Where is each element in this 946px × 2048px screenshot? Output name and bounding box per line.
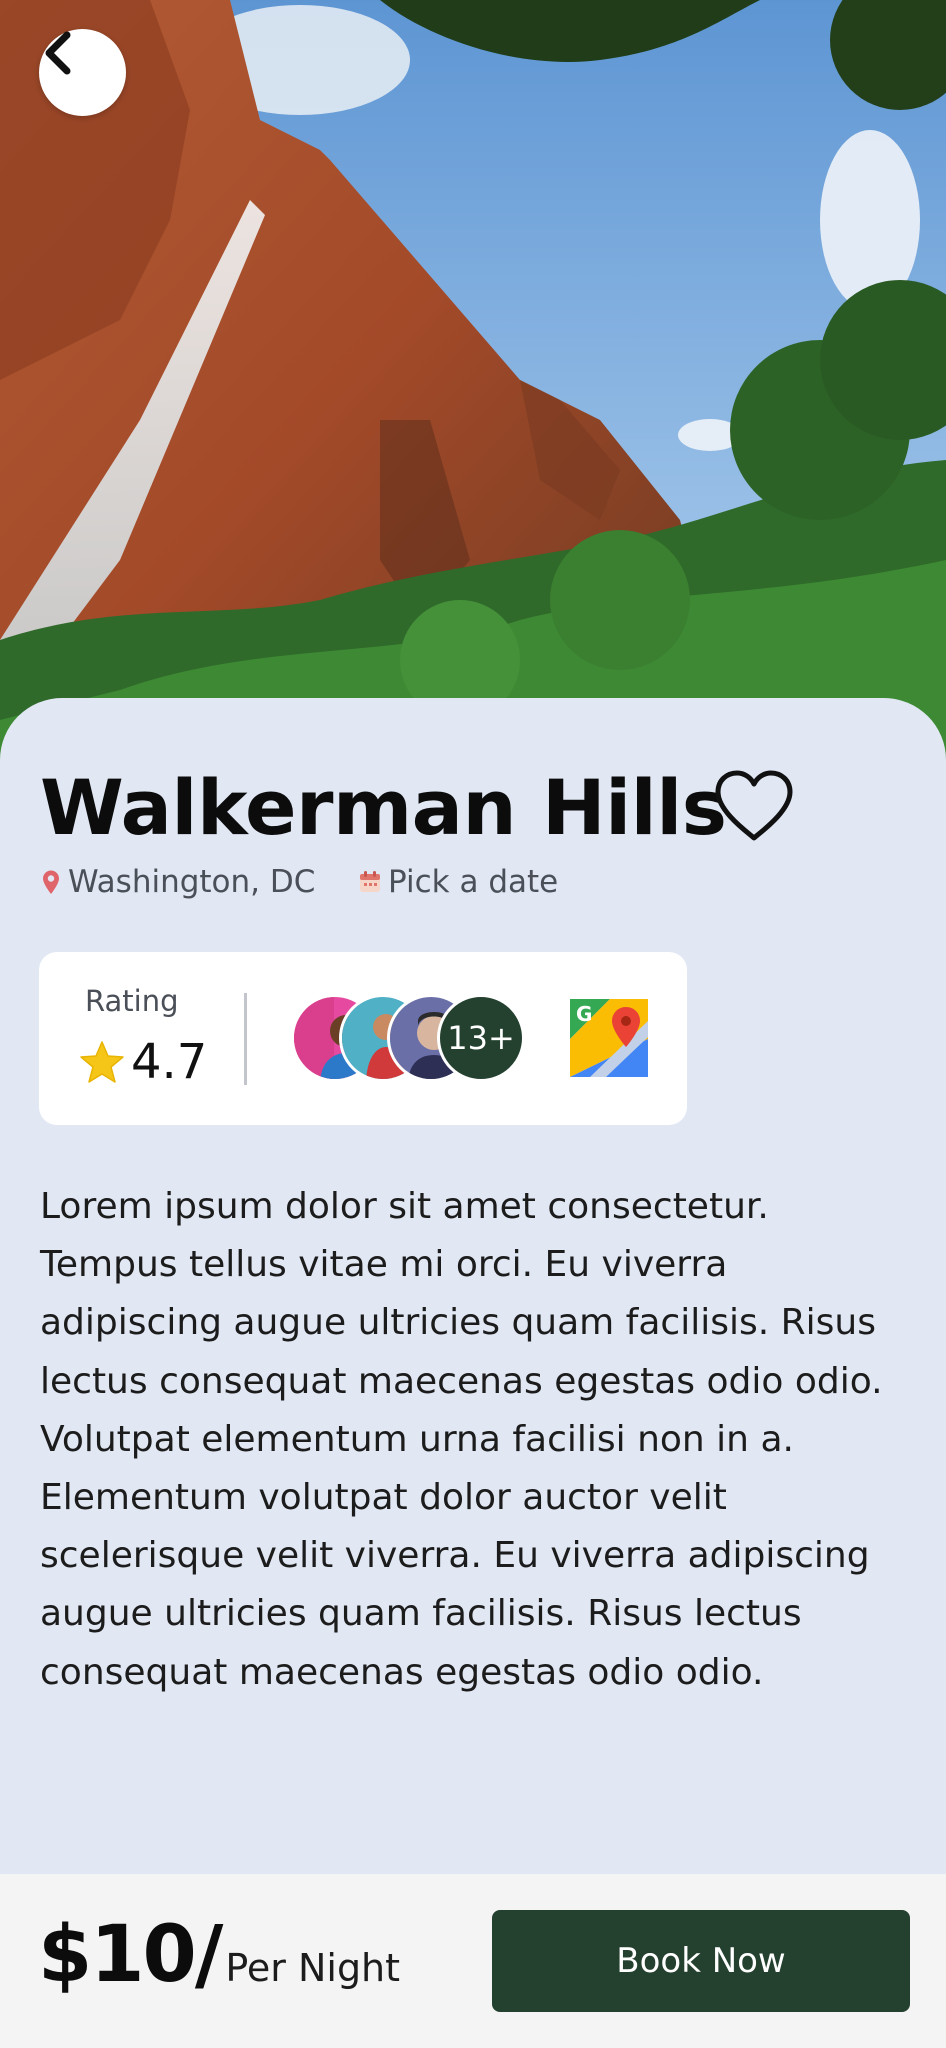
date-picker[interactable]: Pick a date [358, 862, 558, 902]
book-now-button[interactable]: Book Now [492, 1910, 910, 2012]
booking-bar: $10/ Per Night Book Now [0, 1874, 946, 2048]
location-text: Washington, DC [68, 864, 316, 900]
google-maps-icon[interactable]: G [570, 999, 648, 1077]
rating-label: Rating [85, 984, 179, 1018]
star-icon [80, 1041, 124, 1083]
location-pin-icon [43, 870, 59, 894]
visitors-more-badge[interactable]: 13+ [437, 994, 525, 1082]
location-row: Washington, DC [40, 862, 315, 902]
card-divider [244, 993, 247, 1085]
price: $10/ Per Night [38, 1910, 400, 2000]
hero-image [0, 0, 946, 760]
canyon-landscape-illustration [0, 0, 946, 760]
chevron-left-icon [45, 31, 71, 75]
rating-value: 4.7 [131, 1034, 208, 1090]
back-button[interactable] [39, 29, 126, 116]
price-amount: $10/ [38, 1910, 223, 2000]
rating-value-row: 4.7 [79, 1034, 207, 1090]
rating-card: Rating 4.7 13+ G [39, 952, 687, 1125]
price-unit: Per Night [225, 1946, 401, 1990]
svg-text:G: G [576, 1002, 592, 1026]
place-title: Walkerman Hills [40, 763, 727, 852]
description-text: Lorem ipsum dolor sit amet consectetur. … [40, 1186, 883, 1693]
heart-outline-icon[interactable] [712, 768, 796, 844]
date-text: Pick a date [388, 864, 559, 900]
calendar-icon [360, 871, 380, 892]
